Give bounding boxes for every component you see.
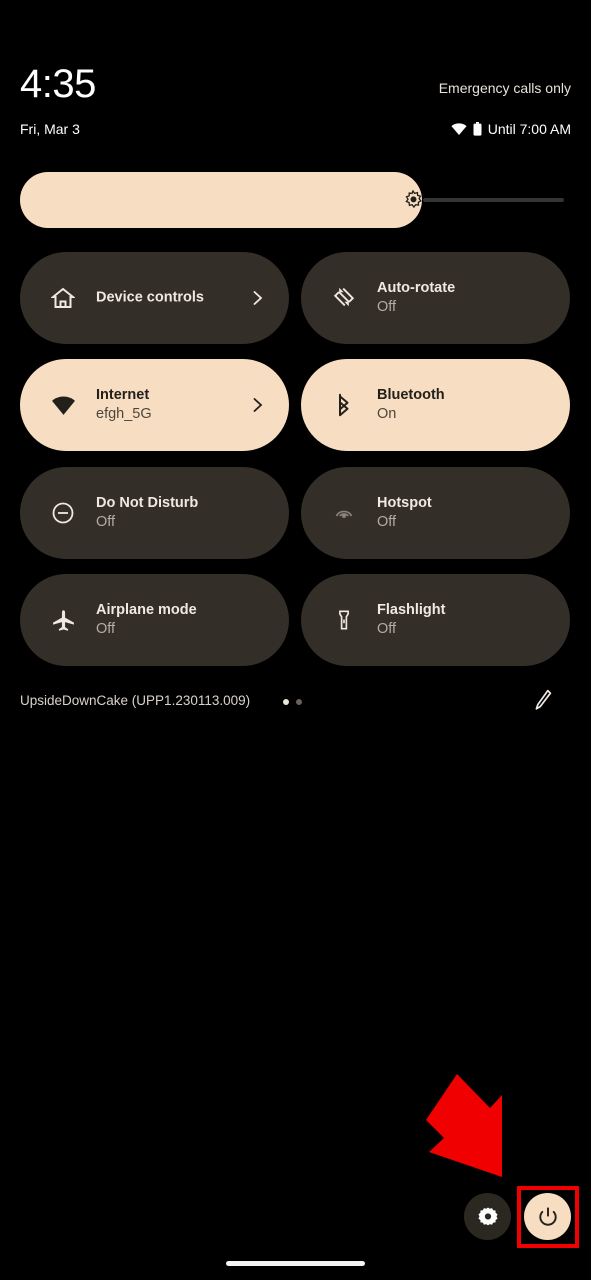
tile-flashlight[interactable]: Flashlight Off	[301, 574, 570, 666]
auto-rotate-icon	[331, 285, 357, 311]
tile-label: Device controls	[96, 289, 204, 306]
build-label: UpsideDownCake (UPP1.230113.009)	[20, 693, 251, 708]
tile-state: efgh_5G	[96, 406, 152, 422]
tile-state: Off	[377, 621, 397, 637]
tile-label: Auto-rotate	[377, 280, 456, 296]
tile-state: Off	[96, 514, 116, 530]
status-icons: Until 7:00 AM	[451, 120, 571, 138]
tile-state: Off	[377, 299, 397, 315]
power-icon	[538, 1206, 557, 1226]
brightness-icon	[405, 190, 422, 209]
tile-do-not-disturb[interactable]: Do Not Disturb Off	[20, 467, 289, 559]
tile-text: Do Not Disturb Off	[96, 494, 198, 532]
wifi-icon	[50, 392, 76, 418]
tile-device-controls[interactable]: Device controls	[20, 252, 289, 344]
tile-label: Do Not Disturb	[96, 495, 199, 511]
tile-text: Device controls	[96, 289, 204, 308]
hotspot-icon	[331, 500, 357, 526]
page-indicator	[283, 699, 302, 705]
tile-internet[interactable]: Internet efgh_5G	[20, 359, 289, 451]
tile-text: Hotspot Off	[377, 494, 432, 532]
settings-button[interactable]	[464, 1193, 511, 1240]
tile-label: Airplane mode	[96, 602, 197, 618]
brightness-slider-track[interactable]	[423, 198, 564, 202]
tile-label: Hotspot	[377, 495, 432, 511]
tile-text: Airplane mode Off	[96, 601, 197, 639]
bluetooth-icon	[331, 392, 357, 418]
alarm-label: Until 7:00 AM	[487, 121, 571, 137]
tile-label: Flashlight	[377, 602, 446, 618]
flashlight-icon	[331, 607, 357, 633]
gear-icon	[477, 1206, 498, 1225]
tile-state: Off	[377, 514, 397, 530]
footer-bar: UpsideDownCake (UPP1.230113.009)	[0, 686, 591, 716]
arrow-down-right-icon	[426, 1074, 502, 1177]
wifi-icon	[451, 123, 467, 135]
page-dot-active[interactable]	[283, 699, 289, 705]
carrier-label: Emergency calls only	[438, 80, 571, 96]
status-header: 4:35 Fri, Mar 3 Emergency calls only Unt…	[0, 0, 591, 160]
chevron-right-icon[interactable]	[251, 398, 265, 412]
tile-state: On	[377, 406, 397, 422]
tile-label: Internet	[96, 387, 150, 403]
tile-text: Bluetooth On	[377, 386, 445, 424]
home-gesture-bar[interactable]	[226, 1261, 365, 1266]
tile-label: Bluetooth	[377, 387, 445, 403]
clock: 4:35	[20, 62, 96, 106]
power-button[interactable]	[524, 1193, 571, 1240]
tile-hotspot[interactable]: Hotspot Off	[301, 467, 570, 559]
tile-text: Flashlight Off	[377, 601, 445, 639]
tile-text: Auto-rotate Off	[377, 279, 455, 317]
tile-text: Internet efgh_5G	[96, 386, 152, 424]
tile-bluetooth[interactable]: Bluetooth On	[301, 359, 570, 451]
battery-icon	[473, 122, 482, 136]
brightness-slider[interactable]	[20, 172, 571, 228]
tile-airplane-mode[interactable]: Airplane mode Off	[20, 574, 289, 666]
do-not-disturb-icon	[50, 500, 76, 526]
date-label: Fri, Mar 3	[20, 121, 80, 137]
pencil-icon[interactable]	[533, 688, 553, 712]
airplane-icon	[50, 607, 76, 633]
chevron-right-icon[interactable]	[251, 291, 265, 305]
home-icon	[50, 285, 76, 311]
page-dot[interactable]	[296, 699, 302, 705]
brightness-slider-fill[interactable]	[20, 172, 422, 228]
tile-auto-rotate[interactable]: Auto-rotate Off	[301, 252, 570, 344]
tile-state: Off	[96, 621, 116, 637]
